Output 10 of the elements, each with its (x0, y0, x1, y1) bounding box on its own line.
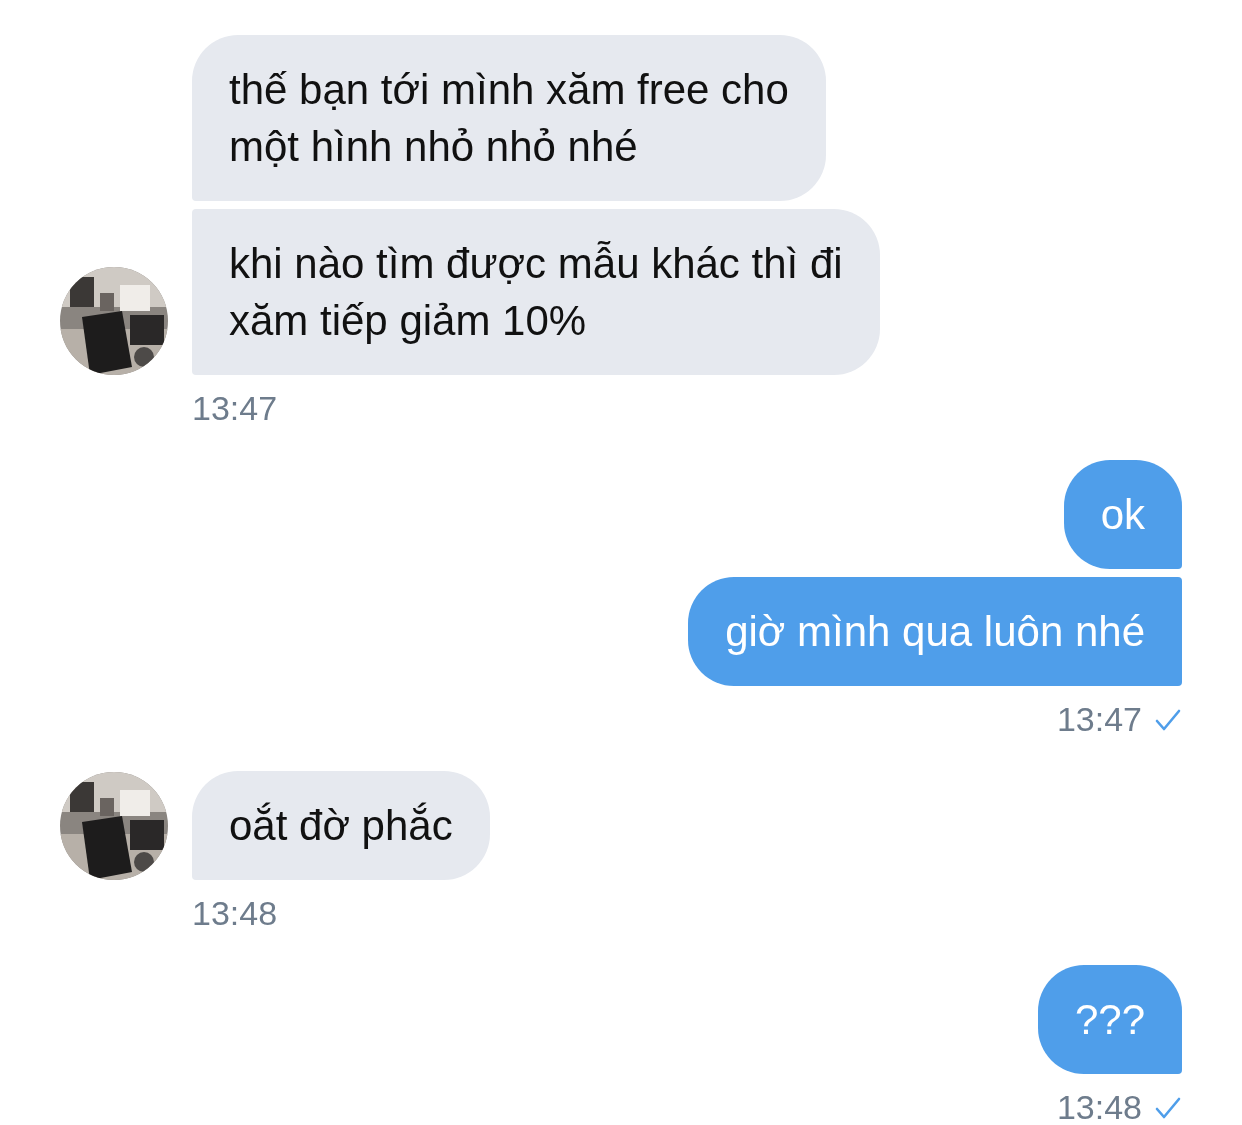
message-bubble: oắt đờ phắc (192, 771, 490, 880)
message-bubble: ??? (1037, 965, 1182, 1074)
message-bubble: thế bạn tới mình xăm free cho một hình nhỏ nhỏ nhé (192, 35, 826, 201)
message-bubble: khi nào tìm được mẫu khác thì đi xăm tiếp giảm 10% (192, 209, 880, 375)
message-bubble: giờ mình qua luôn nhé (688, 577, 1182, 686)
message-bubble: ok (1063, 460, 1182, 569)
timestamp: 13:48 (1056, 1088, 1142, 1125)
timestamp: 13:47 (192, 389, 278, 428)
timestamp: 13:47 (1056, 700, 1142, 739)
timestamp: 13:48 (192, 894, 278, 933)
